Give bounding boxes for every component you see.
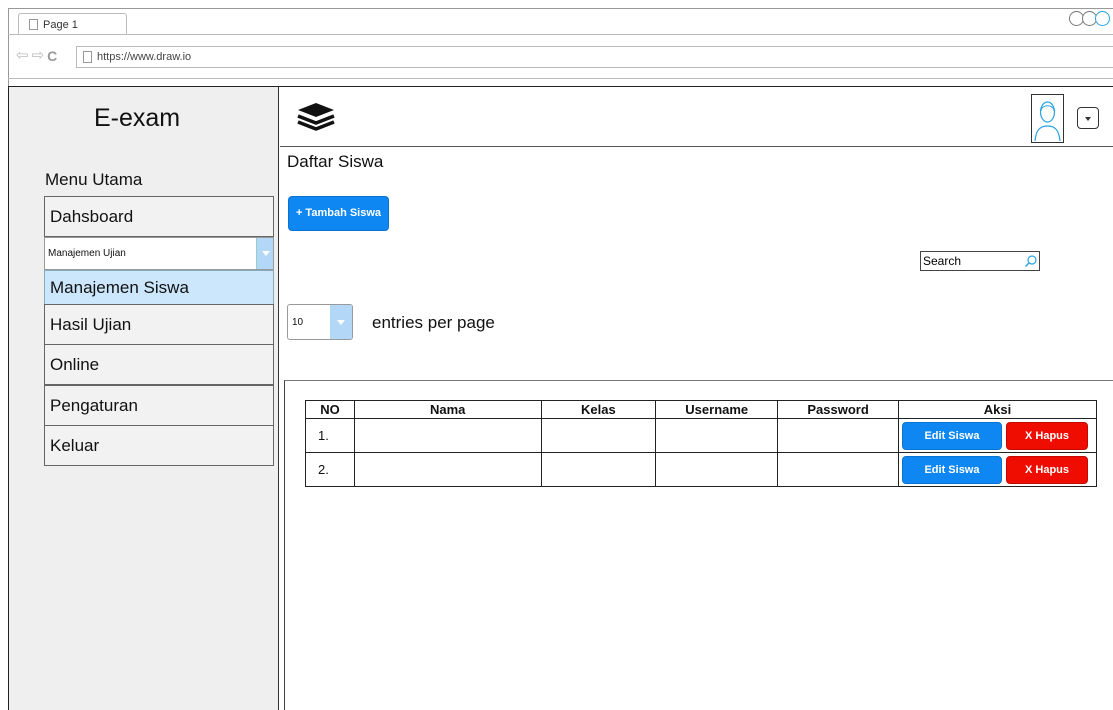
column-header-no: NO bbox=[305, 400, 355, 419]
sidebar-item-online[interactable]: Online bbox=[44, 344, 274, 385]
browser-tab[interactable]: Page 1 bbox=[18, 13, 127, 35]
sidebar-item-label: Pengaturan bbox=[50, 396, 138, 415]
tab-title: Page 1 bbox=[43, 19, 78, 31]
delete-student-button[interactable]: X Hapus bbox=[1006, 421, 1088, 450]
table-row: 1. Edit Siswa X Hapus bbox=[305, 418, 1098, 453]
search-input[interactable] bbox=[923, 253, 1021, 269]
search-box[interactable] bbox=[920, 251, 1040, 271]
sidebar-item-label: Dahsboard bbox=[50, 207, 134, 226]
user-avatar[interactable] bbox=[1031, 94, 1064, 143]
column-header-username: Username bbox=[655, 400, 779, 419]
add-student-button[interactable]: + Tambah Siswa bbox=[288, 196, 389, 231]
window-controls bbox=[1069, 11, 1110, 26]
cell-no: 2. bbox=[305, 452, 355, 487]
sidebar-item-label: Manajemen Siswa bbox=[50, 278, 189, 297]
cell-password bbox=[777, 452, 899, 487]
edit-student-button[interactable]: Edit Siswa bbox=[901, 421, 1002, 450]
cell-actions: Edit Siswa X Hapus bbox=[897, 452, 1098, 487]
table-header-row: NO Nama Kelas Username Password Aksi bbox=[305, 400, 1098, 419]
chevron-down-icon[interactable] bbox=[256, 238, 273, 269]
cell-kelas bbox=[540, 418, 657, 453]
entries-label: entries per page bbox=[372, 313, 495, 332]
cell-actions: Edit Siswa X Hapus bbox=[897, 418, 1098, 453]
page-icon bbox=[29, 19, 38, 30]
sidebar-item-hasil-ujian[interactable]: Hasil Ujian bbox=[44, 304, 274, 345]
reload-icon[interactable]: C bbox=[47, 49, 57, 63]
back-arrow-icon[interactable]: ⇦ bbox=[16, 48, 29, 63]
chevron-down-icon bbox=[1085, 117, 1091, 121]
entries-value: 10 bbox=[292, 317, 304, 328]
tab-divider bbox=[8, 34, 1113, 35]
address-bar[interactable]: https://www.draw.io bbox=[76, 46, 1113, 68]
cell-kelas bbox=[540, 452, 657, 487]
cell-username bbox=[655, 418, 779, 453]
sidebar-item-keluar[interactable]: Keluar bbox=[44, 425, 274, 466]
column-header-aksi: Aksi bbox=[897, 400, 1098, 419]
cell-nama bbox=[353, 452, 542, 487]
window-control-icon[interactable] bbox=[1095, 11, 1110, 26]
page-icon bbox=[83, 51, 92, 63]
cell-nama bbox=[353, 418, 542, 453]
column-header-kelas: Kelas bbox=[540, 400, 657, 419]
cell-username bbox=[655, 452, 779, 487]
cell-password bbox=[777, 418, 899, 453]
layers-icon[interactable] bbox=[296, 101, 336, 133]
sidebar-item-label: Manajemen Ujian bbox=[48, 248, 126, 259]
edit-student-button[interactable]: Edit Siswa bbox=[901, 455, 1002, 484]
sidebar-item-dashboard[interactable]: Dahsboard bbox=[44, 196, 274, 237]
column-header-password: Password bbox=[777, 400, 899, 419]
user-menu-dropdown[interactable] bbox=[1077, 107, 1099, 129]
column-header-nama: Nama bbox=[353, 400, 542, 419]
app-brand: E-exam bbox=[94, 104, 181, 132]
header-divider bbox=[280, 146, 1113, 147]
sidebar-item-manajemen-ujian[interactable]: Manajemen Ujian bbox=[44, 237, 274, 270]
entries-per-page-select[interactable]: 10 bbox=[287, 304, 353, 340]
sidebar-item-manajemen-siswa[interactable]: Manajemen Siswa bbox=[44, 270, 274, 305]
cell-no: 1. bbox=[305, 418, 355, 453]
sidebar-item-label: Online bbox=[50, 355, 100, 374]
delete-student-button[interactable]: X Hapus bbox=[1006, 455, 1088, 484]
page-title: Daftar Siswa bbox=[287, 152, 384, 171]
forward-arrow-icon[interactable]: ⇨ bbox=[32, 48, 45, 63]
browser-nav: ⇦ ⇨ C bbox=[16, 48, 60, 63]
chrome-divider bbox=[8, 78, 1113, 79]
table-row: 2. Edit Siswa X Hapus bbox=[305, 452, 1098, 487]
user-avatar-icon bbox=[1034, 101, 1061, 142]
sidebar-item-pengaturan[interactable]: Pengaturan bbox=[44, 385, 274, 426]
menu-heading: Menu Utama bbox=[45, 170, 143, 189]
url-text: https://www.draw.io bbox=[97, 51, 192, 63]
sidebar-item-label: Hasil Ujian bbox=[50, 315, 132, 334]
search-icon[interactable] bbox=[1024, 254, 1038, 268]
chevron-down-icon[interactable] bbox=[330, 305, 352, 339]
sidebar-item-label: Keluar bbox=[50, 436, 100, 455]
student-table: NO Nama Kelas Username Password Aksi 1. … bbox=[305, 400, 1098, 487]
